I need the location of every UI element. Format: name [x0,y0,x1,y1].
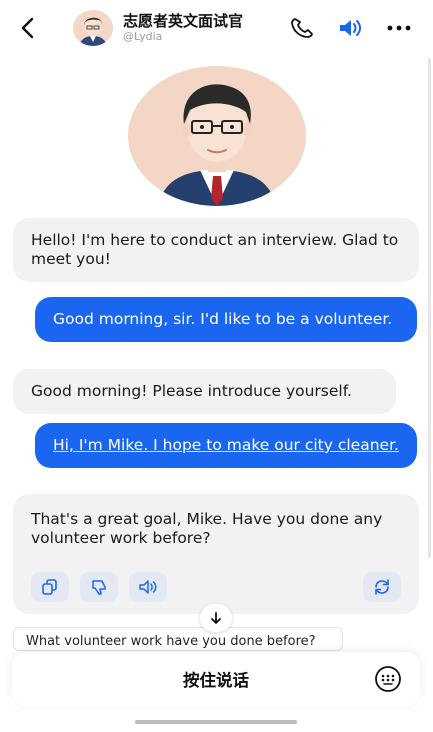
user-message: Good morning, sir. I'd like to be a volu… [35,297,417,342]
scrollbar[interactable] [428,58,431,558]
hold-to-talk-button[interactable]: 按住说话 [12,652,420,706]
read-aloud-button[interactable] [129,572,167,602]
more-options-icon[interactable] [386,16,412,40]
chat-title: 志愿者英文面试官 [123,12,244,30]
home-indicator[interactable] [135,720,297,724]
copy-button[interactable] [31,572,69,602]
input-bar: 按住说话 [12,652,420,706]
bot-message-latest: That's a great goal, Mike. Have you done… [13,494,419,614]
interviewer-avatar [128,66,306,206]
suggested-reply[interactable]: What volunteer work have you done before… [13,627,343,651]
back-arrow-icon[interactable] [14,14,42,42]
header-avatar[interactable] [73,10,113,46]
bot-message: Good morning! Please introduce yourself. [13,369,396,414]
dislike-button[interactable] [80,572,118,602]
copy-icon [42,579,57,595]
bot-message-text: That's a great goal, Mike. Have you done… [31,510,383,547]
thumbs-down-icon [92,580,106,595]
regenerate-icon [375,579,389,595]
speaker-icon[interactable] [337,16,363,40]
arrow-down-icon [211,612,221,624]
chat-subtitle: @Lydia [123,30,163,43]
keyboard-icon[interactable] [374,666,402,692]
user-message[interactable]: Hi, I'm Mike. I hope to make our city cl… [35,423,417,468]
top-bar: 志愿者英文面试官 @Lydia [0,0,433,56]
phone-icon[interactable] [289,16,315,40]
speaker-icon [139,580,157,594]
scroll-to-bottom-button[interactable] [200,604,232,632]
message-actions [31,572,401,604]
bot-message: Hello! I'm here to conduct an interview.… [13,218,419,282]
regenerate-button[interactable] [363,572,401,602]
